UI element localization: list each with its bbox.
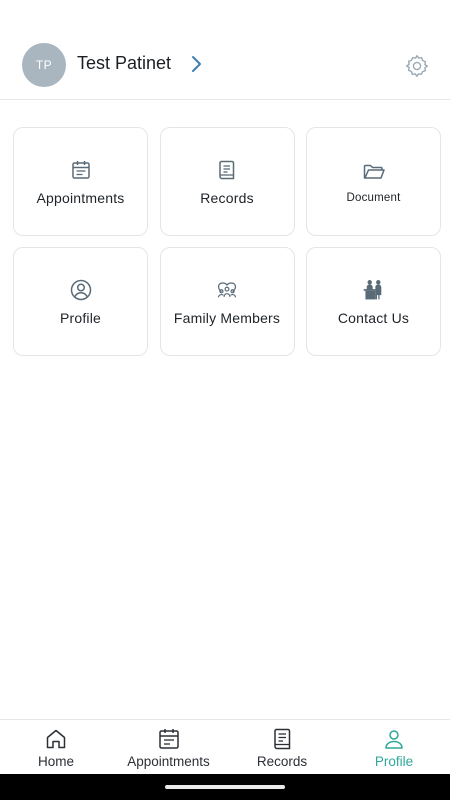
calendar-icon [69, 158, 93, 182]
user-circle-icon [69, 278, 93, 302]
calendar-icon [156, 726, 182, 752]
nav-label: Appointments [127, 754, 210, 769]
tile-document[interactable]: Document [306, 127, 441, 236]
nav-profile[interactable]: Profile [355, 720, 433, 775]
record-book-icon [215, 158, 239, 182]
user-icon [381, 726, 407, 752]
nav-appointments[interactable]: Appointments [116, 720, 221, 775]
home-icon [43, 726, 69, 752]
menu-grid: Appointments Records Document Profile Fa… [13, 127, 441, 356]
gear-icon[interactable] [404, 53, 430, 79]
folder-icon [362, 160, 386, 184]
user-name[interactable]: Test Patinet [77, 53, 171, 74]
tile-family-members[interactable]: Family Members [159, 247, 295, 356]
nav-label: Records [256, 754, 308, 769]
chevron-right-icon[interactable] [188, 54, 204, 74]
nav-records[interactable]: Records [243, 720, 321, 775]
bottom-navigation: Home Appointments Records Profile [0, 719, 450, 774]
tile-label: Appointments [36, 189, 125, 206]
nav-label: Profile [374, 754, 414, 769]
nav-label: Home [37, 754, 74, 769]
profile-header: TP Test Patinet [0, 0, 450, 100]
contact-desk-icon [362, 278, 386, 302]
nav-home[interactable]: Home [17, 720, 95, 775]
system-navigation-bar [0, 774, 450, 800]
family-group-icon [215, 278, 239, 302]
tile-label: Contact Us [337, 309, 410, 326]
tile-label: Document [346, 191, 401, 204]
avatar[interactable]: TP [22, 43, 66, 87]
tile-records[interactable]: Records [159, 127, 295, 236]
home-indicator[interactable] [165, 785, 285, 789]
record-book-icon [269, 726, 295, 752]
tile-profile[interactable]: Profile [13, 247, 148, 356]
tile-appointments[interactable]: Appointments [13, 127, 148, 236]
tile-contact-us[interactable]: Contact Us [306, 247, 441, 356]
tile-label: Records [200, 189, 254, 206]
tile-label: Family Members [173, 309, 281, 326]
tile-label: Profile [59, 309, 102, 326]
